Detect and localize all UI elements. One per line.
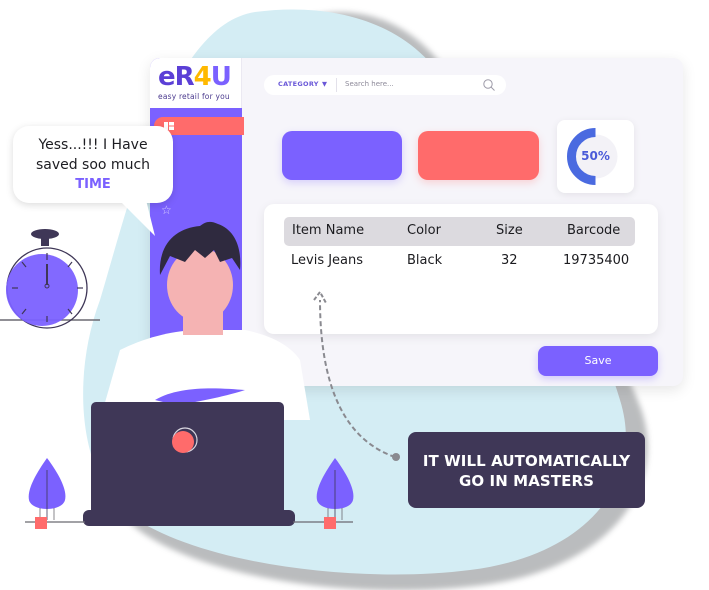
- speech-bubble-tail: [115, 196, 155, 236]
- bubble-text-line1: Yess...!!! I Have: [38, 137, 148, 153]
- callout-line2: GO IN MASTERS: [458, 472, 595, 490]
- masters-callout: IT WILL AUTOMATICALLY GO IN MASTERS: [408, 432, 645, 508]
- bubble-highlight: TIME: [75, 177, 111, 192]
- dashed-arrow: [319, 299, 396, 458]
- laptop: [91, 402, 284, 517]
- callout-line1: IT WILL AUTOMATICALLY: [422, 452, 631, 470]
- speech-bubble: Yess...!!! I Have saved soo much TIME: [13, 126, 173, 203]
- plant-left: [28, 458, 66, 529]
- bubble-text-line2: saved soo much: [35, 157, 151, 173]
- plant-right: [316, 458, 354, 529]
